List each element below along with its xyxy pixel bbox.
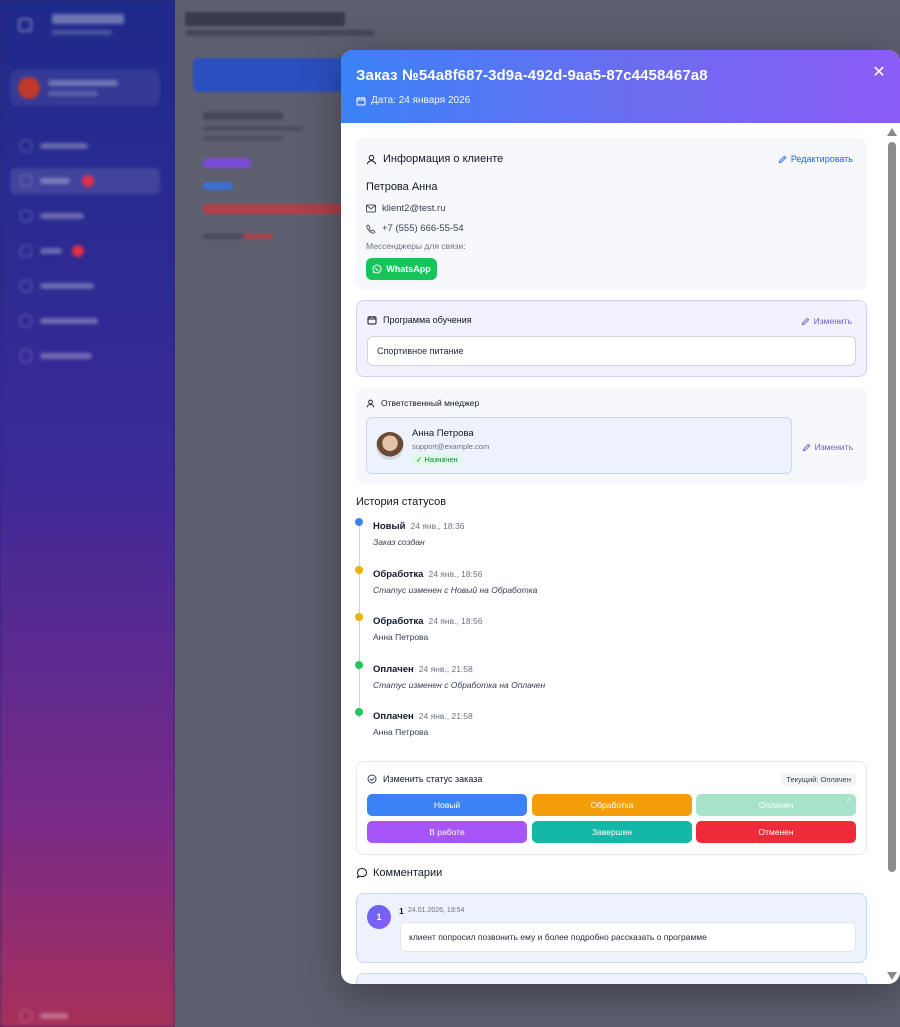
edit-manager-button[interactable]: Изменить: [802, 442, 853, 452]
manager-name: Анна Петрова: [412, 428, 474, 439]
pencil-icon: [802, 443, 811, 452]
comment-text: клиент попросил позвонить ему и более по…: [400, 922, 856, 952]
client-email: klient2@test.ru: [382, 203, 446, 214]
whatsapp-icon: [372, 264, 382, 274]
status-done-button[interactable]: Завершен: [532, 821, 692, 843]
order-date-text: Дата: 24 января 2026: [371, 95, 471, 106]
order-date: Дата: 24 января 2026: [356, 95, 470, 106]
modal-body: Информация о клиенте Редактировать Петро…: [341, 123, 900, 984]
comment-date: 24.01.2026, 19:54: [408, 907, 465, 914]
message-icon: [356, 867, 368, 879]
timeline-dot: [355, 613, 363, 621]
mail-icon: [366, 204, 376, 213]
timeline-status: Обработка 24 янв., 18:56: [373, 569, 483, 580]
scroll-down-icon[interactable]: [887, 972, 897, 980]
status-cancelled-button[interactable]: Отменен: [696, 821, 856, 843]
timeline-time: 24 янв., 21:58: [418, 664, 473, 674]
background-brand: [18, 14, 148, 40]
comment-item: 1 1 24.01.2026, 19:54 клиент попросил по…: [356, 893, 867, 963]
avatar: 1: [367, 905, 391, 929]
program-value-field: Спортивное питание: [367, 336, 856, 366]
status-change-title: Изменить статус заказа: [367, 774, 482, 784]
background-sidebar: [0, 0, 175, 1027]
check-icon: ✓: [846, 797, 852, 804]
status-processing-button[interactable]: Обработка: [532, 794, 692, 816]
manager-title: Ответственный мнеджер: [366, 398, 479, 408]
timeline-dot: [355, 708, 363, 716]
timeline-time: 24 янв., 18:36: [410, 521, 465, 531]
timeline-dot: [355, 566, 363, 574]
avatar: [376, 432, 404, 460]
timeline-description: Статус изменен с Новый на Обработка: [373, 585, 538, 595]
program-title: Программа обучения: [367, 315, 472, 325]
close-icon[interactable]: ✕: [870, 64, 888, 82]
edit-client-button[interactable]: Редактировать: [778, 154, 853, 164]
timeline-dot: [355, 518, 363, 526]
timeline-line: [359, 526, 360, 718]
client-info-section: Информация о клиенте Редактировать Петро…: [356, 138, 867, 290]
whatsapp-button[interactable]: WhatsApp: [366, 258, 437, 280]
client-phone-row: +7 (555) 666-55-54: [366, 223, 464, 234]
timeline-description: Статус изменен с Обработка на Оплачен: [373, 680, 546, 690]
check-circle-icon: [367, 774, 377, 784]
comment-author: 1: [399, 906, 404, 916]
timeline-description: Анна Петрова: [373, 632, 429, 642]
scroll-up-icon[interactable]: [887, 128, 897, 136]
assigned-badge: ✓ Назначен: [412, 454, 462, 465]
client-name: Петрова Анна: [366, 181, 438, 193]
client-info-title: Информация о клиенте: [366, 153, 503, 165]
timeline-time: 24 янв., 18:56: [428, 616, 483, 626]
current-status-badge: Текущий: Оплачен: [781, 773, 856, 786]
status-history-title: История статусов: [356, 496, 447, 508]
modal-scrollbar[interactable]: [886, 128, 898, 980]
timeline-status: Новый 24 янв., 18:36: [373, 521, 465, 532]
pencil-icon: [801, 317, 810, 326]
background-user-card: [10, 70, 160, 106]
timeline-time: 24 янв., 18:56: [428, 569, 483, 579]
client-email-row: klient2@test.ru: [366, 203, 446, 214]
status-in-work-button[interactable]: В работе: [367, 821, 527, 843]
order-modal: Заказ №54a8f687-3d9a-492d-9aa5-87c445846…: [341, 50, 900, 984]
comments-title: Комментарии: [356, 867, 442, 879]
manager-card: Анна Петрова support@example.com ✓ Назна…: [366, 417, 792, 474]
pencil-icon: [778, 155, 787, 164]
edit-program-button[interactable]: Изменить: [801, 316, 852, 326]
phone-icon: [366, 223, 376, 234]
manager-section: Ответственный мнеджер Анна Петрова suppo…: [356, 387, 867, 484]
timeline-description: Анна Петрова: [373, 727, 429, 737]
user-icon: [366, 154, 377, 165]
program-section: Программа обучения Изменить Спортивное п…: [356, 300, 867, 377]
modal-header: Заказ №54a8f687-3d9a-492d-9aa5-87c445846…: [341, 50, 900, 123]
comment-item-partial: [356, 973, 867, 984]
calendar-icon: [367, 315, 377, 325]
timeline-time: 24 янв., 21:58: [418, 711, 473, 721]
messengers-label: Мессенджеры для связи:: [366, 241, 466, 251]
timeline-description: Заказ создан: [373, 537, 425, 547]
modal-title: Заказ №54a8f687-3d9a-492d-9aa5-87c445846…: [356, 67, 708, 84]
status-new-button[interactable]: Новый: [367, 794, 527, 816]
timeline-status: Обработка 24 янв., 18:56: [373, 616, 483, 627]
client-phone: +7 (555) 666-55-54: [382, 223, 464, 234]
user-icon: [366, 399, 375, 408]
status-paid-button[interactable]: Оплачен ✓: [696, 794, 856, 816]
manager-email: support@example.com: [412, 442, 490, 451]
timeline-status: Оплачен 24 янв., 21:58: [373, 664, 473, 675]
timeline-status: Оплачен 24 янв., 21:58: [373, 711, 473, 722]
timeline-dot: [355, 661, 363, 669]
calendar-icon: [356, 96, 366, 106]
status-change-section: Изменить статус заказа Текущий: Оплачен …: [356, 761, 867, 855]
scrollbar-thumb[interactable]: [888, 142, 896, 872]
